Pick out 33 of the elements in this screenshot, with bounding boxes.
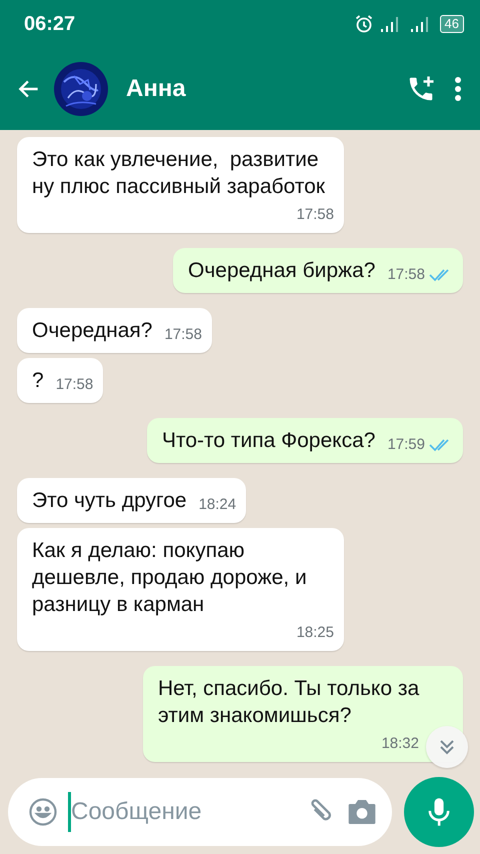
received-message[interactable]: Очередная? 17:58 bbox=[17, 308, 212, 353]
message-time: 17:58 bbox=[56, 375, 94, 395]
message-field[interactable]: Сообщение bbox=[8, 778, 392, 846]
status-time: 06:27 bbox=[24, 12, 76, 36]
message-text: ? bbox=[32, 368, 44, 394]
emoji-icon[interactable] bbox=[28, 797, 58, 827]
menu-icon bbox=[454, 76, 462, 102]
message-text: Очередная? bbox=[32, 318, 152, 344]
message-text: Что-то типа Форекса? bbox=[162, 428, 376, 454]
message-text: Это чуть другое bbox=[32, 488, 187, 514]
message-time: 17:59 bbox=[387, 435, 425, 455]
message-time: 17:58 bbox=[296, 205, 334, 225]
message-time: 18:32 bbox=[381, 734, 419, 754]
sent-message[interactable]: Очередная биржа? 17:58 bbox=[173, 248, 463, 293]
received-message[interactable]: Как я делаю: покупаю дешевле, продаю дороже, и разницу в карман 18:25 bbox=[17, 528, 344, 651]
sent-message[interactable]: Что-то типа Форекса? 17:59 bbox=[146, 418, 463, 463]
message-time: 17:58 bbox=[387, 265, 425, 285]
message-time: 18:25 bbox=[296, 623, 334, 643]
alarm-icon bbox=[354, 14, 374, 34]
received-message[interactable]: Это чуть другое 18:24 bbox=[17, 478, 246, 523]
message-time: 18:24 bbox=[198, 495, 236, 515]
message-text: Это как увлечение, развитие ну плюс пассивный заработок bbox=[32, 147, 326, 200]
received-message[interactable]: Это как увлечение, развитие ну плюс пассивный заработок 17:58 bbox=[17, 137, 344, 233]
camera-icon[interactable] bbox=[346, 797, 378, 827]
message-text: Нет, спасибо. Ты только за этим знакомишься? bbox=[158, 676, 420, 729]
message-time: 17:58 bbox=[164, 325, 202, 345]
sent-message[interactable]: Нет, спасибо. Ты только за этим знакомишься? 18:32 bbox=[143, 666, 463, 762]
contact-name[interactable]: Анна bbox=[126, 75, 394, 103]
battery-level: 46 bbox=[440, 15, 464, 33]
received-message[interactable]: ? 17:58 bbox=[17, 358, 104, 403]
scroll-down-button[interactable] bbox=[426, 726, 468, 768]
message-text: Как я делаю: покупаю дешевле, продаю дороже, и разницу в карман bbox=[32, 538, 308, 618]
message-text: Очередная биржа? bbox=[188, 258, 376, 284]
